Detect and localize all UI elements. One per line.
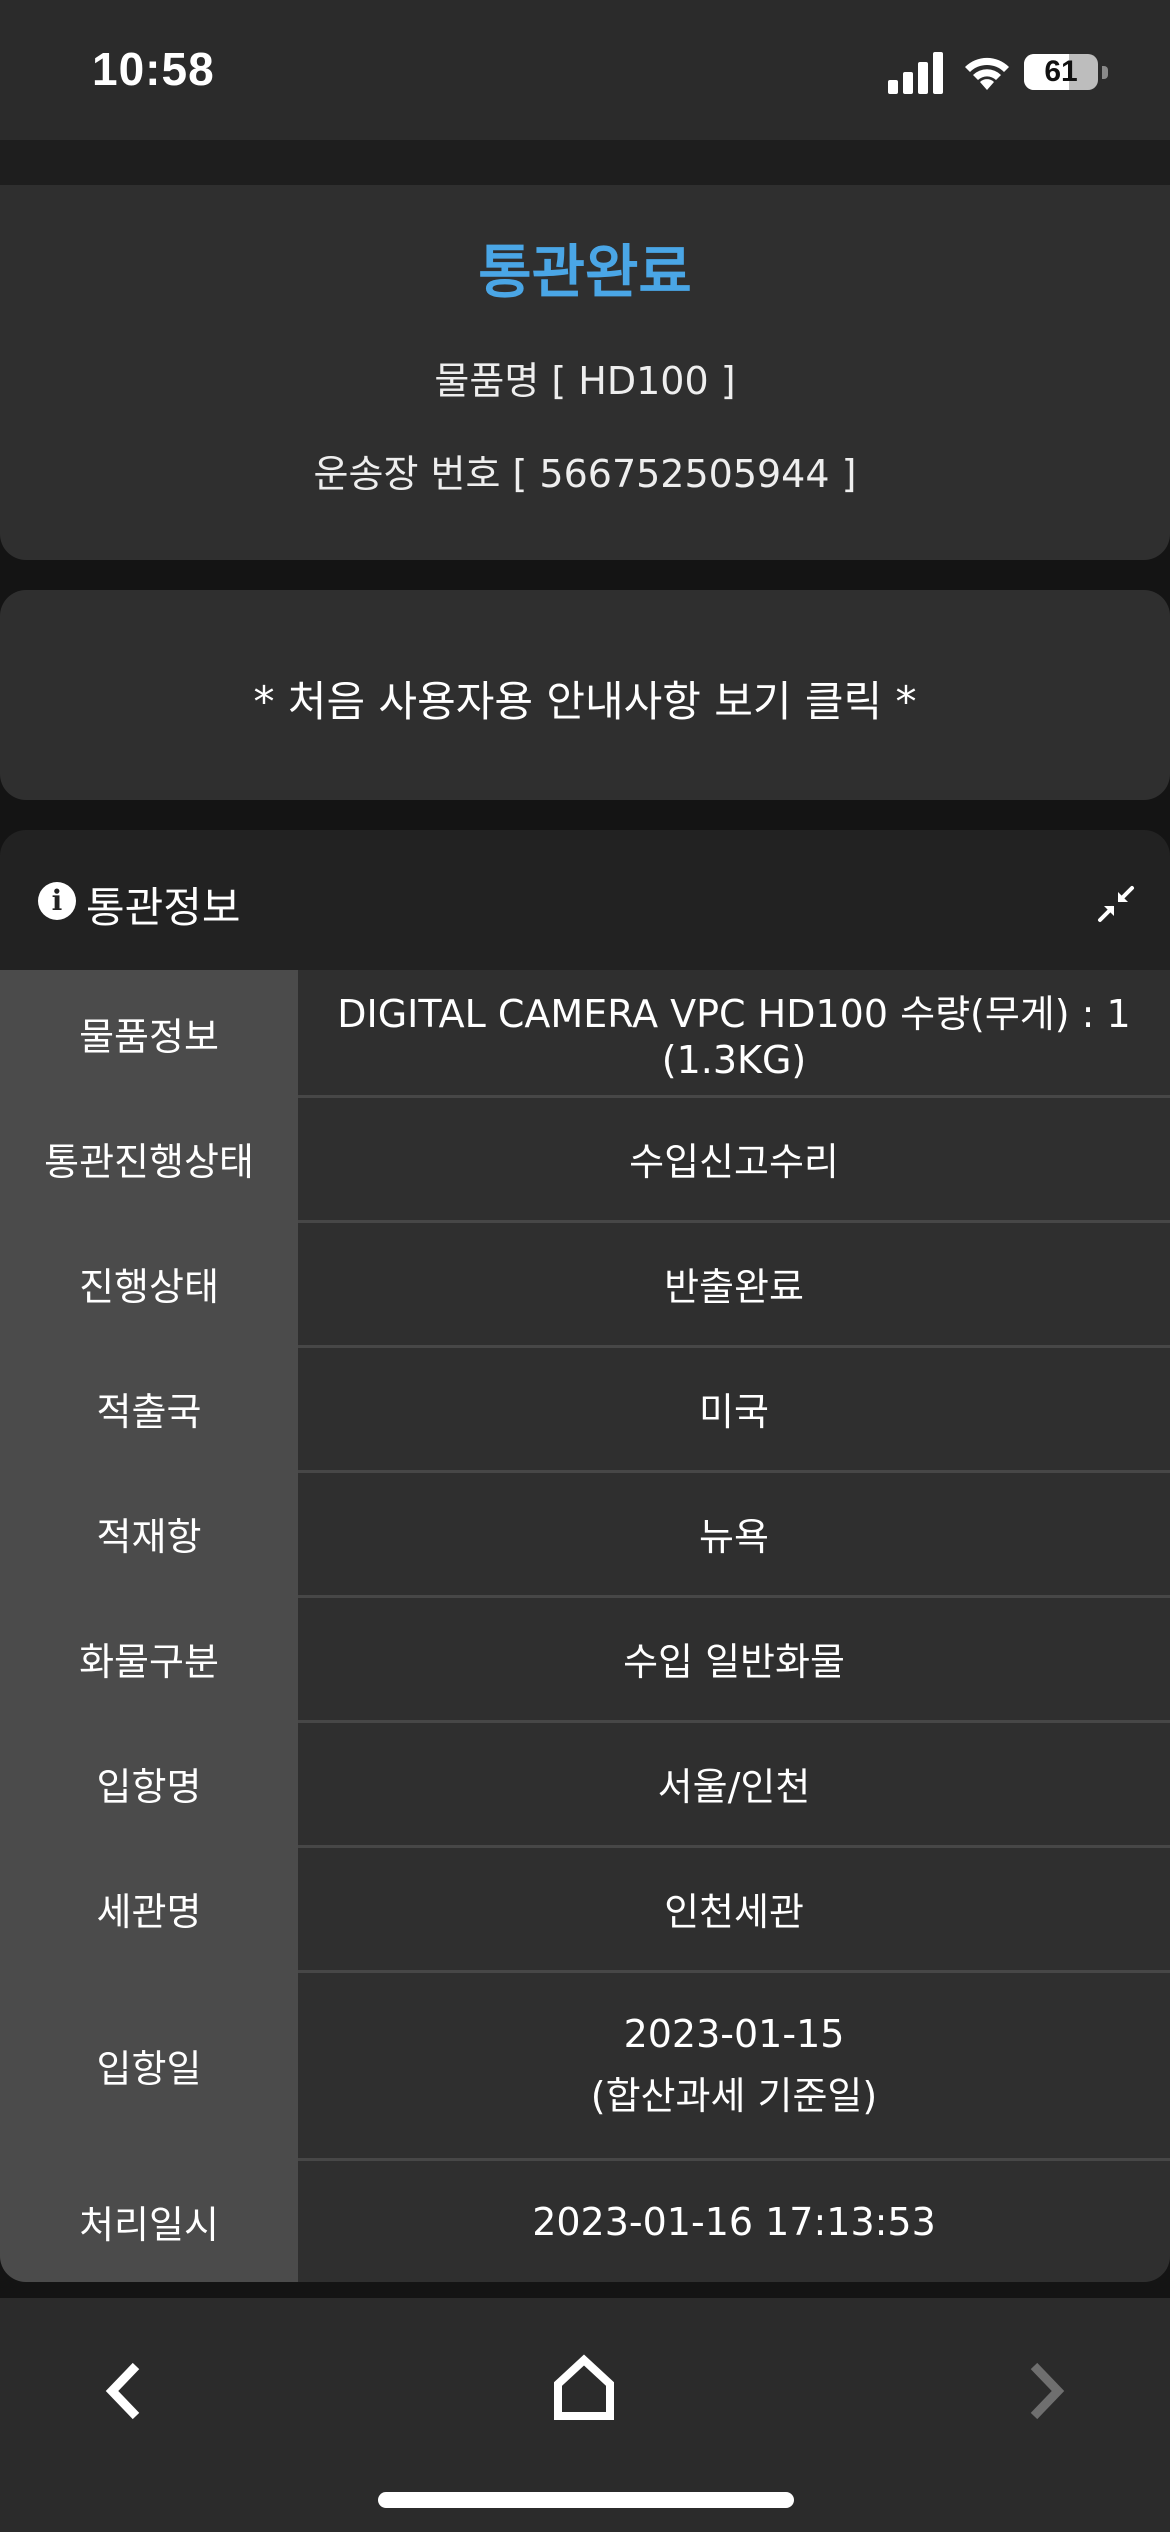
tracking-number-line: 운송장 번호 [ 566752505944 ] — [313, 452, 857, 496]
battery-tip — [1102, 66, 1108, 79]
table-row: 세관명 인천세관 — [0, 1846, 1170, 1973]
clearance-status: 통관완료 — [478, 238, 692, 306]
row-value: 2023-01-15 (합산과세 기준일) — [298, 1971, 1170, 2161]
row-value: 인천세관 — [298, 1846, 1170, 1973]
row-value: 반출완료 — [298, 1221, 1170, 1348]
table-row: 물품정보 DIGITAL CAMERA VPC HD100 수량(무게) : 1… — [0, 970, 1170, 1098]
row-label: 세관명 — [0, 1846, 298, 1971]
wifi-icon — [965, 57, 1009, 90]
signal-icon — [888, 52, 943, 94]
row-label: 처리일시 — [0, 2159, 298, 2282]
customs-info-table: 물품정보 DIGITAL CAMERA VPC HD100 수량(무게) : 1… — [0, 970, 1170, 2282]
customs-info-title: 통관정보 — [86, 883, 241, 932]
guide-text: * 처음 사용자용 안내사항 보기 클릭 * — [253, 677, 917, 726]
row-label: 통관진행상태 — [0, 1096, 298, 1221]
row-value: 2023-01-16 17:13:53 — [298, 2159, 1170, 2282]
row-label: 입항명 — [0, 1721, 298, 1846]
table-row: 통관진행상태 수입신고수리 — [0, 1096, 1170, 1223]
row-value: 미국 — [298, 1346, 1170, 1473]
arrival-date-note: (합산과세 기준일) — [590, 2074, 878, 2118]
row-label: 적재항 — [0, 1471, 298, 1596]
row-value: 뉴욕 — [298, 1471, 1170, 1598]
row-value: DIGITAL CAMERA VPC HD100 수량(무게) : 1 (1.3… — [298, 970, 1170, 1098]
item-name-line: 물품명 [ HD100 ] — [434, 359, 736, 403]
forward-icon[interactable] — [1026, 2362, 1066, 2420]
row-value: 서울/인천 — [298, 1721, 1170, 1848]
customs-info-header: i 통관정보 — [0, 830, 1170, 970]
table-row: 진행상태 반출완료 — [0, 1221, 1170, 1348]
status-time: 10:58 — [92, 43, 215, 95]
table-row: 적출국 미국 — [0, 1346, 1170, 1473]
row-value: 수입 일반화물 — [298, 1596, 1170, 1723]
row-label: 적출국 — [0, 1346, 298, 1471]
info-icon: i — [38, 882, 76, 920]
summary-card: 통관완료 물품명 [ HD100 ] 운송장 번호 [ 566752505944… — [0, 185, 1170, 560]
table-row: 처리일시 2023-01-16 17:13:53 — [0, 2159, 1170, 2282]
table-row: 입항명 서울/인천 — [0, 1721, 1170, 1848]
back-icon[interactable] — [104, 2362, 144, 2420]
row-label: 입항일 — [0, 1971, 298, 2159]
arrival-date: 2023-01-15 — [623, 2012, 845, 2056]
bottom-nav-bar — [0, 2298, 1170, 2532]
first-user-guide-button[interactable]: * 처음 사용자용 안내사항 보기 클릭 * — [0, 590, 1170, 800]
status-bar: 10:58 61 — [0, 0, 1170, 140]
home-indicator[interactable] — [378, 2492, 794, 2508]
header-strip — [0, 140, 1170, 185]
battery-level: 61 — [1044, 55, 1078, 88]
table-row: 입항일 2023-01-15 (합산과세 기준일) — [0, 1971, 1170, 2161]
row-label: 진행상태 — [0, 1221, 298, 1346]
customs-info-card: i 통관정보 물품정보 DIGITAL CAMERA VPC HD100 수량(… — [0, 830, 1170, 2282]
table-row: 적재항 뉴욕 — [0, 1471, 1170, 1598]
collapse-icon[interactable] — [1096, 884, 1136, 924]
table-row: 화물구분 수입 일반화물 — [0, 1596, 1170, 1723]
row-label: 화물구분 — [0, 1596, 298, 1721]
home-icon[interactable] — [552, 2354, 616, 2422]
battery-icon: 61 — [1024, 54, 1098, 90]
row-value: 수입신고수리 — [298, 1096, 1170, 1223]
row-label: 물품정보 — [0, 970, 298, 1096]
